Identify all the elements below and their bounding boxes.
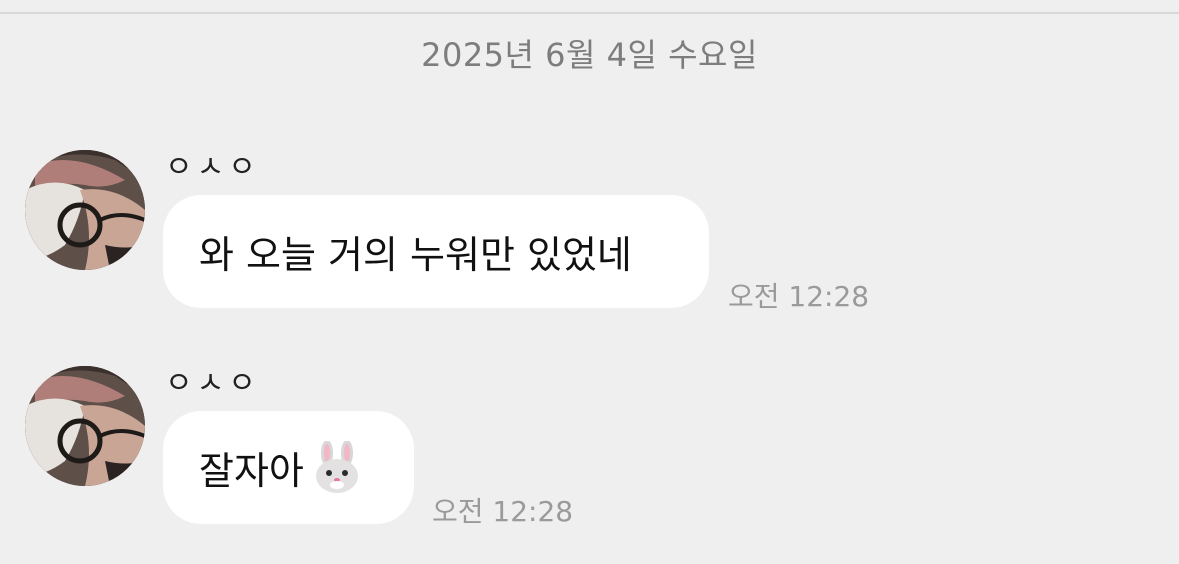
message-timestamp: 오전 12:28: [728, 280, 870, 313]
avatar[interactable]: [25, 366, 145, 486]
message-bubble[interactable]: 와 오늘 거의 누워만 있었네: [163, 195, 709, 308]
top-divider: [0, 12, 1179, 14]
date-separator: 2025년 6월 4일 수요일: [421, 36, 758, 74]
sender-name: ㅇㅅㅇ: [165, 366, 260, 401]
avatar-photo: [25, 150, 145, 270]
message-bubble[interactable]: 잘자아: [163, 411, 414, 524]
message-text: 와 오늘 거의 누워만 있었네: [199, 233, 632, 277]
message-timestamp: 오전 12:28: [432, 495, 574, 528]
avatar-photo: [25, 366, 145, 486]
message-text: 잘자아: [199, 449, 304, 493]
rabbit-face-icon: [310, 439, 364, 495]
sender-name: ㅇㅅㅇ: [165, 150, 260, 185]
avatar[interactable]: [25, 150, 145, 270]
